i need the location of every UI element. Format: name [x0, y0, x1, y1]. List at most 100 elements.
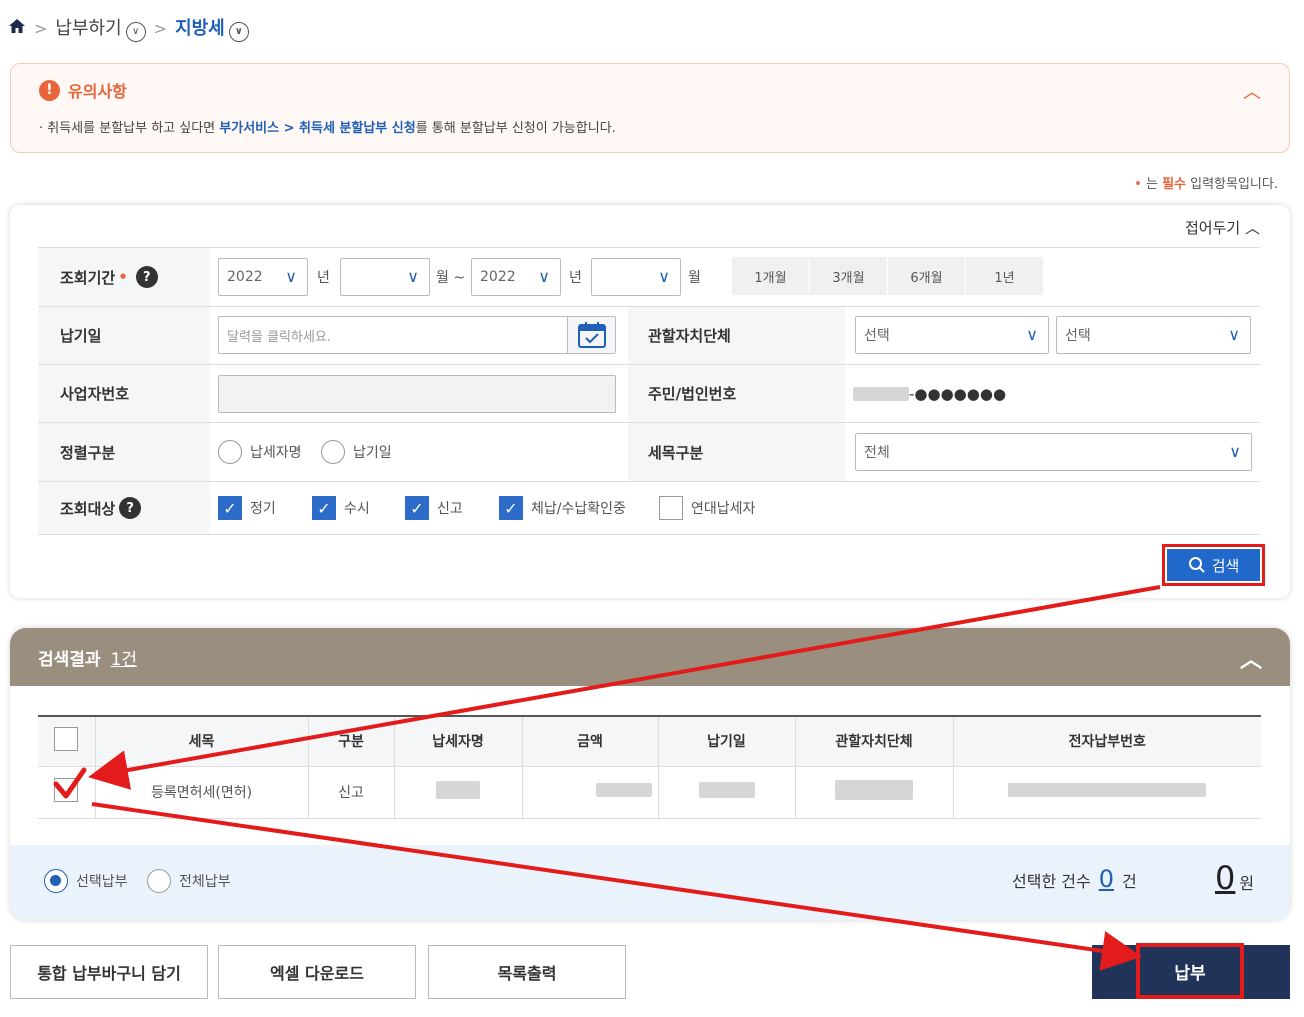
resident-no-masked: -●●●●●●●: [909, 385, 1007, 403]
chevron-down-icon: ∨: [1026, 325, 1038, 344]
col-due-date: 납기일: [658, 715, 796, 767]
end-month-select[interactable]: ∨: [591, 258, 681, 296]
chevron-right-icon: >: [153, 18, 168, 38]
add-to-cart-button[interactable]: 통합 납부바구니 담기: [10, 945, 208, 999]
target-option-regular[interactable]: ✓ 정기: [218, 496, 276, 520]
unit-month-tilde: 월 ~: [436, 270, 466, 286]
target-option-joint[interactable]: 연대납세자: [659, 496, 755, 520]
target-option-occasional[interactable]: ✓ 수시: [312, 496, 370, 520]
col-epay-no: 전자납부번호: [953, 715, 1261, 767]
col-tax-item: 세목: [95, 715, 309, 767]
chevron-down-icon: ∨: [1228, 325, 1240, 344]
pay-button-label: 납부: [1136, 943, 1244, 999]
target-option-joint-label: 연대납세자: [691, 501, 756, 517]
table-header-row: 세목 구분 납세자명 금액 납기일 관할자치단체 전자납부번호: [38, 715, 1261, 767]
required-note: • 는 필수 입력항목입니다.: [1134, 173, 1278, 192]
sort-label: 정렬구분: [38, 423, 210, 481]
period-1m-button[interactable]: 1개월: [732, 257, 810, 295]
select-all-checkbox[interactable]: [54, 727, 79, 752]
authority-label: 관할자치단체: [628, 307, 845, 364]
period-6m-button[interactable]: 6개월: [888, 257, 966, 295]
period-3m-button[interactable]: 3개월: [810, 257, 888, 295]
col-taxpayer: 납세자명: [394, 715, 523, 767]
row-select-cell: [38, 766, 96, 819]
collapse-button[interactable]: 접어두기 ︿: [1185, 217, 1260, 238]
select-all-cell: [38, 715, 96, 767]
notice-box: ! 유의사항 · 취득세를 분할납부 하고 싶다면 부가서비스 > 취득세 분할…: [10, 63, 1290, 153]
checkbox-checked-icon: ✓: [499, 496, 523, 520]
breadcrumb-item-pay[interactable]: 납부하기 ∨: [55, 14, 146, 42]
chevron-up-icon[interactable]: ︿: [1240, 642, 1262, 674]
quick-period-group: 1개월 3개월 6개월 1년: [732, 257, 1044, 295]
results-panel: 검색결과 1건 ︿ 세목 구분 납세자명 금액 납기일 관할자치단체 전자납부번…: [10, 628, 1290, 920]
home-icon[interactable]: [8, 17, 26, 40]
col-amount: 금액: [522, 715, 659, 767]
tax-type-select[interactable]: 전체 ∨: [855, 433, 1252, 471]
breadcrumb-item-local-tax[interactable]: 지방세 ∨: [175, 14, 249, 42]
sort-option-date[interactable]: 납기일: [321, 440, 392, 464]
search-button[interactable]: 검색: [1162, 544, 1265, 586]
selected-amount: 0 원: [1215, 859, 1254, 897]
sort-option-name[interactable]: 납세자명: [218, 440, 302, 464]
results-count: 1건: [110, 649, 138, 670]
checkbox-checked-icon: ✓: [218, 496, 242, 520]
required-prefix: 는: [1145, 177, 1163, 192]
end-year-select[interactable]: 2022 ∨: [471, 258, 561, 296]
chevron-down-icon[interactable]: ∨: [228, 21, 249, 42]
unit-month: 월: [688, 270, 701, 286]
selected-count-value: 0: [1098, 865, 1114, 893]
authority-select-1-value: 선택: [864, 328, 890, 344]
help-icon[interactable]: ?: [119, 497, 142, 519]
pay-mode-selected-label: 선택납부: [76, 874, 128, 890]
selected-count: 선택한 건수 0 건: [1012, 865, 1137, 893]
start-month-select[interactable]: ∨: [340, 258, 430, 296]
sort-row: 정렬구분 납세자명 납기일 세목구분 전체 ∨: [38, 422, 1260, 481]
selected-amount-value: 0: [1215, 859, 1236, 897]
print-list-button[interactable]: 목록출력: [428, 945, 626, 999]
authority-select-1[interactable]: 선택 ∨: [855, 316, 1049, 354]
table-row[interactable]: 등록면허세(면허) 신고: [38, 766, 1261, 819]
tax-type-value: 전체: [864, 445, 890, 461]
sort-option-name-label: 납세자명: [250, 445, 302, 461]
row-tax-item: 등록면허세(면허): [95, 766, 309, 819]
chevron-down-icon[interactable]: ∨: [125, 21, 146, 42]
target-option-regular-label: 정기: [250, 501, 276, 517]
notice-text-before: · 취득세를 분할납부 하고 싶다면: [39, 121, 220, 136]
start-year-select[interactable]: 2022 ∨: [218, 258, 308, 296]
period-1y-button[interactable]: 1년: [966, 257, 1044, 295]
row-taxpayer: [394, 766, 523, 819]
target-option-report[interactable]: ✓ 신고: [405, 496, 463, 520]
chevron-down-icon: ∨: [407, 267, 419, 286]
unit-year: 년: [569, 270, 582, 286]
masked-blur: [835, 780, 913, 800]
notice-text-after: 를 통해 분할납부 신청이 가능합니다.: [415, 121, 616, 136]
row-checkbox[interactable]: [54, 778, 79, 802]
pay-mode-selected[interactable]: 선택납부: [44, 869, 128, 893]
target-option-arrears[interactable]: ✓ 체납/수납확인중: [499, 496, 626, 520]
selected-count-unit: 건: [1121, 872, 1137, 891]
end-year-value: 2022: [480, 269, 516, 285]
notice-text: · 취득세를 분할납부 하고 싶다면 부가서비스 > 취득세 분할납부 신청를 …: [39, 117, 616, 136]
due-date-input[interactable]: 달력을 클릭하세요.: [218, 316, 616, 354]
pay-mode-all[interactable]: 전체납부: [147, 869, 231, 893]
help-icon[interactable]: ?: [135, 266, 158, 288]
pay-button[interactable]: 납부: [1092, 943, 1290, 999]
due-date-placeholder: 달력을 클릭하세요.: [227, 329, 331, 345]
chevron-up-icon: ︿: [1244, 219, 1260, 237]
chevron-up-icon[interactable]: ︿: [1243, 78, 1261, 104]
sort-option-date-label: 납기일: [353, 445, 392, 461]
calendar-icon[interactable]: [567, 317, 615, 353]
chevron-down-icon: ∨: [1229, 442, 1241, 461]
excel-download-button[interactable]: 엑셀 다운로드: [218, 945, 416, 999]
notice-header: ! 유의사항: [39, 78, 127, 102]
notice-link[interactable]: 부가서비스 > 취득세 분할납부 신청: [219, 121, 415, 136]
authority-select-2[interactable]: 선택 ∨: [1056, 316, 1251, 354]
radio-icon: [321, 440, 345, 464]
tax-type-label: 세목구분: [628, 423, 845, 481]
chevron-down-icon: ∨: [658, 267, 670, 286]
search-button-inner: 검색: [1167, 549, 1260, 581]
radio-icon: [218, 440, 242, 464]
period-label: 조회기간 •?: [38, 248, 210, 306]
results-table: 세목 구분 납세자명 금액 납기일 관할자치단체 전자납부번호 등록면허세(면허…: [38, 715, 1261, 819]
business-no-label: 사업자번호: [38, 365, 210, 422]
